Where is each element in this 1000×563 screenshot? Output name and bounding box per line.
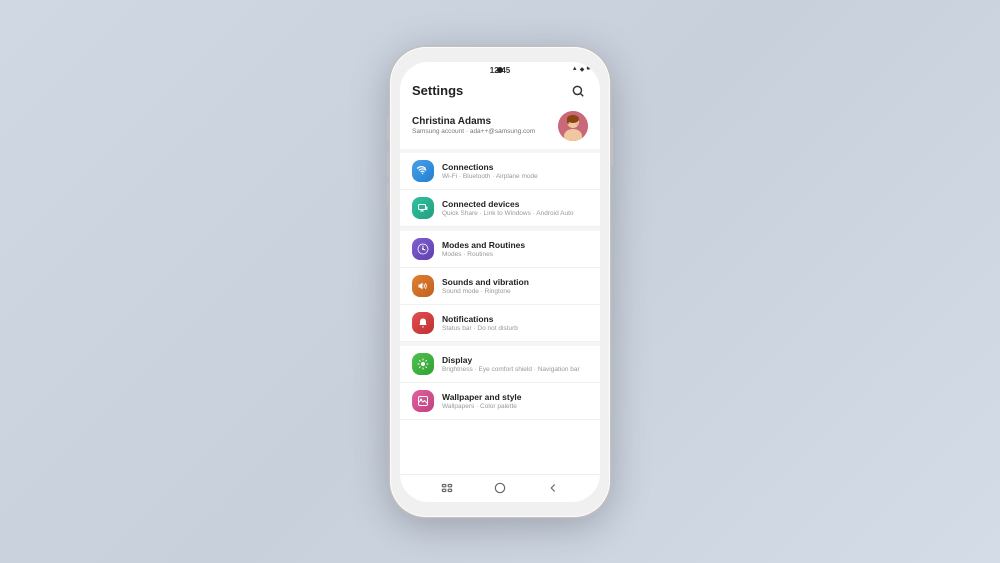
wifi-icon: ◆ [580,66,585,73]
connections-title: Connections [442,162,588,172]
modes-title: Modes and Routines [442,240,588,250]
home-button[interactable] [490,478,510,498]
settings-item-modes[interactable]: Modes and Routines Modes · Routines [400,231,600,268]
status-icons: ▲ ◆ ■ [572,66,590,73]
display-text: Display Brightness · Eye comfort shield … [442,355,588,373]
modes-text: Modes and Routines Modes · Routines [442,240,588,258]
settings-item-display[interactable]: Display Brightness · Eye comfort shield … [400,346,600,383]
wallpaper-title: Wallpaper and style [442,392,588,402]
recents-button[interactable] [437,478,457,498]
connections-icon [412,160,434,182]
notifications-subtitle: Status bar · Do not disturb [442,325,588,332]
sounds-text: Sounds and vibration Sound mode · Ringto… [442,277,588,295]
settings-item-notifications[interactable]: Notifications Status bar · Do not distur… [400,305,600,342]
status-bar: 12:45 ▲ ◆ ■ [400,62,600,77]
connections-text: Connections Wi-Fi · Bluetooth · Airplane… [442,162,588,180]
settings-item-sounds[interactable]: Sounds and vibration Sound mode · Ringto… [400,268,600,305]
signal-icon: ▲ [572,66,578,72]
profile-info: Christina Adams Samsung account · ada++@… [412,116,550,135]
sounds-icon [412,275,434,297]
settings-list: Connections Wi-Fi · Bluetooth · Airplane… [400,153,600,474]
profile-name: Christina Adams [412,116,550,127]
connected-devices-subtitle: Quick Share · Link to Windows · Android … [442,210,588,217]
connected-devices-icon [412,197,434,219]
camera-notch [497,67,503,73]
back-button[interactable] [543,478,563,498]
settings-item-connections[interactable]: Connections Wi-Fi · Bluetooth · Airplane… [400,153,600,190]
modes-icon [412,238,434,260]
battery-icon: ■ [586,66,590,72]
settings-item-connected-devices[interactable]: Connected devices Quick Share · Link to … [400,190,600,227]
settings-item-wallpaper[interactable]: Wallpaper and style Wallpapers · Color p… [400,383,600,420]
account-label: Samsung account [412,128,464,135]
nav-bar [400,474,600,502]
connected-devices-title: Connected devices [442,199,588,209]
profile-email-address: ada++@samsung.com [470,128,536,135]
display-title: Display [442,355,588,365]
search-button[interactable] [568,81,588,101]
connections-subtitle: Wi-Fi · Bluetooth · Airplane mode [442,173,588,180]
page-title: Settings [412,83,463,98]
wallpaper-text: Wallpaper and style Wallpapers · Color p… [442,392,588,410]
wallpaper-icon [412,390,434,412]
phone-frame: 12:45 ▲ ◆ ■ Settings Christina Adams [390,47,610,517]
connected-devices-text: Connected devices Quick Share · Link to … [442,199,588,217]
notifications-text: Notifications Status bar · Do not distur… [442,314,588,332]
wallpaper-subtitle: Wallpapers · Color palette [442,403,588,410]
sounds-subtitle: Sound mode · Ringtone [442,288,588,295]
notifications-title: Notifications [442,314,588,324]
phone-screen: 12:45 ▲ ◆ ■ Settings Christina Adams [400,62,600,502]
notifications-icon [412,312,434,334]
display-icon [412,353,434,375]
display-subtitle: Brightness · Eye comfort shield · Naviga… [442,366,588,373]
modes-subtitle: Modes · Routines [442,251,588,258]
profile-account: Samsung account · ada++@samsung.com [412,128,550,135]
avatar [558,111,588,141]
sounds-title: Sounds and vibration [442,277,588,287]
profile-section[interactable]: Christina Adams Samsung account · ada++@… [400,105,600,149]
settings-header: Settings [400,77,600,105]
